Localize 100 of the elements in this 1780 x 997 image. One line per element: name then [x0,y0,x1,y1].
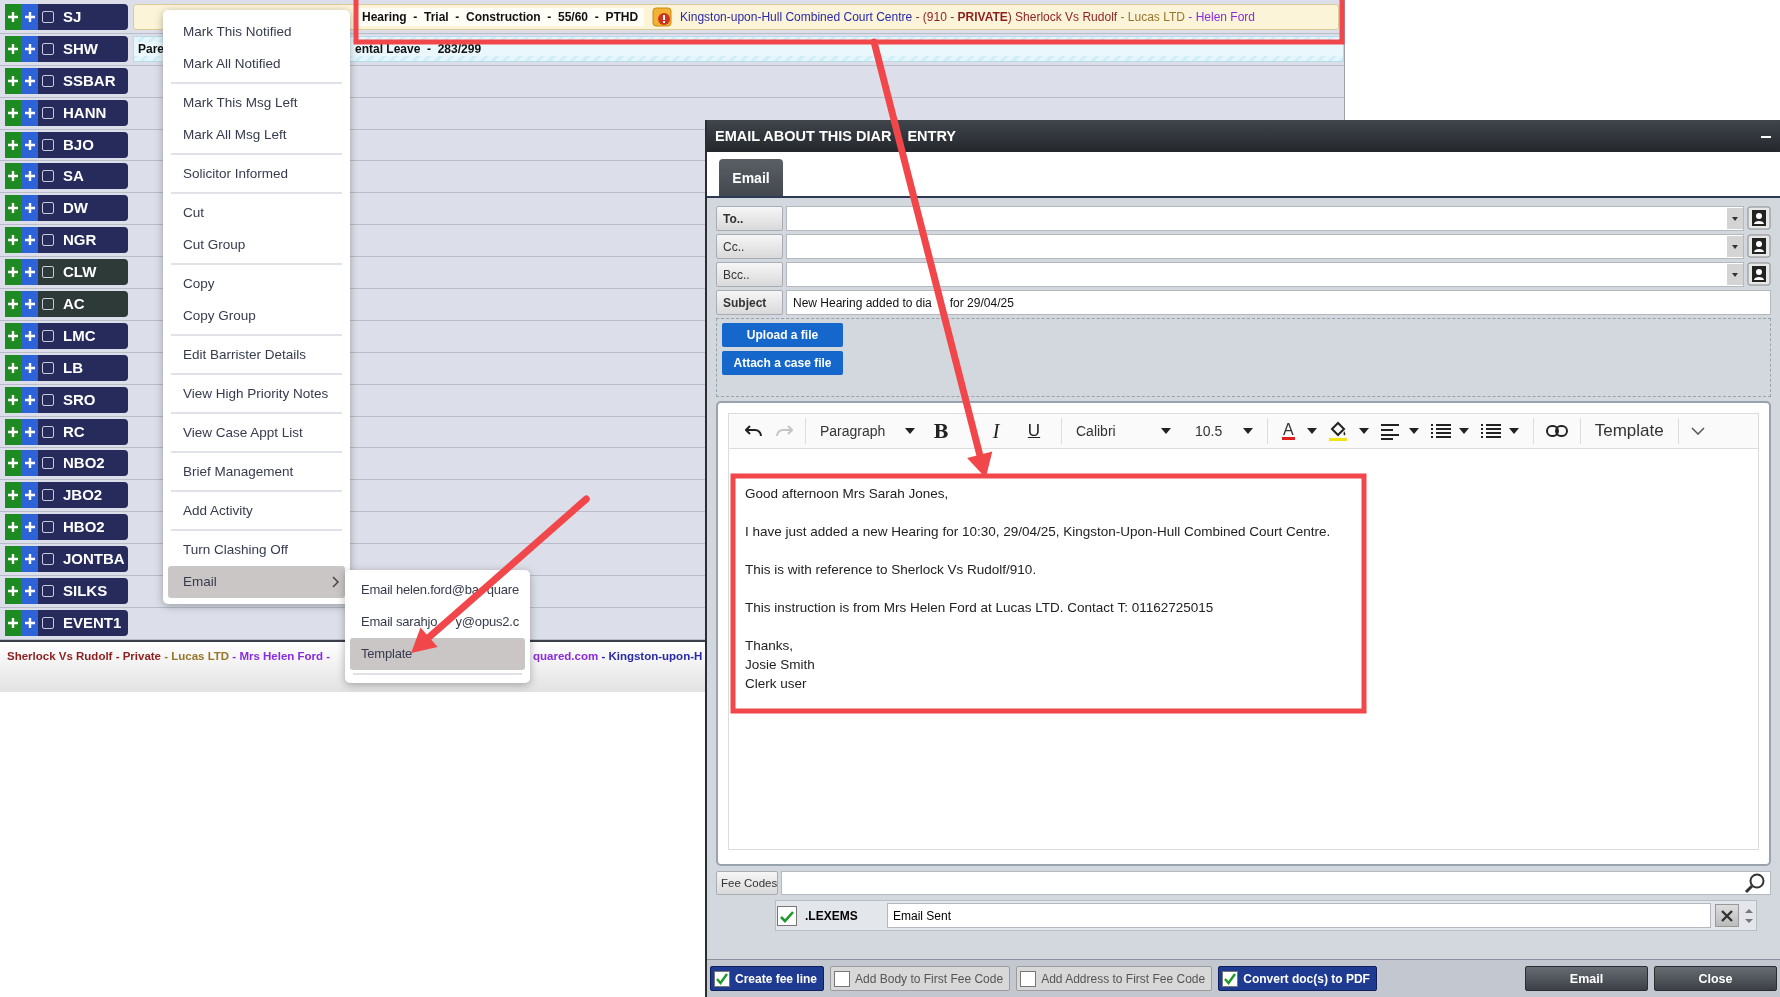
add-button[interactable] [21,578,38,605]
menu-item[interactable]: View High Priority Notes [168,378,345,410]
menu-item[interactable]: Email sarahjo y@opus2.c [350,606,525,638]
toolbar-dropdown[interactable]: 10.5 [1189,417,1259,445]
dropdown-icon[interactable] [1727,236,1743,257]
menu-item[interactable]: Mark All Msg Left [168,119,345,151]
barrister-code[interactable]: NGR [57,227,128,254]
dialog-button[interactable]: Email [1525,966,1648,991]
undo-icon[interactable] [745,424,763,438]
barrister-code[interactable]: LB [57,354,128,381]
menu-item[interactable]: Cut Group [168,229,345,261]
address-button[interactable]: Cc.. [716,234,783,259]
menu-item[interactable]: Copy [168,268,345,300]
chevron-down-icon[interactable] [1690,427,1705,435]
add-button[interactable] [5,386,21,413]
add-button[interactable] [21,4,38,30]
add-button[interactable] [5,354,21,381]
add-button[interactable] [5,482,21,509]
add-button[interactable] [5,4,21,30]
checkbox[interactable] [38,450,57,477]
dropdown-icon[interactable] [1727,264,1743,285]
add-button[interactable] [5,322,21,349]
option-toggle[interactable]: Add Body to First Fee Code [830,966,1011,991]
attach-button[interactable]: Upload a file [722,323,843,347]
text-color-button[interactable]: A [1276,417,1323,445]
checkbox[interactable] [38,291,57,317]
fee-description-field[interactable]: Email Sent [887,903,1711,928]
barrister-code[interactable]: NBO2 [57,450,128,477]
link-icon[interactable] [1545,425,1568,437]
address-field[interactable] [786,234,1744,259]
remove-button[interactable] [1715,904,1739,927]
attach-button[interactable]: Attach a case file [722,351,843,375]
add-button[interactable] [21,450,38,477]
add-button[interactable] [21,67,38,94]
menu-item[interactable]: Mark This Msg Left [168,87,345,119]
add-button[interactable] [21,322,38,349]
menu-item[interactable]: Edit Barrister Details [168,339,345,371]
add-button[interactable] [5,546,21,573]
add-button[interactable] [21,482,38,509]
add-button[interactable] [21,35,38,62]
search-icon[interactable] [1744,872,1766,894]
address-button[interactable]: To.. [716,206,783,231]
add-button[interactable] [5,450,21,477]
menu-item[interactable]: Copy Group [168,300,345,332]
add-button[interactable] [21,195,38,222]
barrister-code[interactable]: SRO [57,386,128,413]
barrister-code[interactable]: JBO2 [57,482,128,509]
checkbox[interactable] [38,609,57,636]
barrister-code[interactable]: SHW [57,35,128,62]
checkbox[interactable] [38,227,57,254]
address-field[interactable] [786,262,1744,287]
add-button[interactable] [21,546,38,573]
checkbox[interactable] [777,905,797,926]
checkbox[interactable] [38,418,57,445]
add-button[interactable] [21,259,38,286]
checkbox[interactable] [38,578,57,605]
add-button[interactable] [21,418,38,445]
checkbox[interactable] [38,386,57,413]
option-toggle[interactable]: Add Address to First Fee Code [1016,966,1213,991]
checkbox[interactable] [38,67,57,94]
add-button[interactable] [5,259,21,286]
menu-item[interactable]: View Case Appt List [168,417,345,449]
toolbar-dropdown[interactable]: Paragraph [814,417,921,445]
checkbox[interactable] [38,4,57,30]
add-button[interactable] [5,609,21,636]
barrister-code[interactable]: SSBAR [57,67,128,94]
barrister-code[interactable]: LMC [57,322,128,349]
italic-button[interactable]: I [984,417,1008,445]
add-button[interactable] [5,163,21,190]
dropdown-icon[interactable] [1727,208,1743,229]
add-button[interactable] [21,227,38,254]
add-button[interactable] [5,227,21,254]
menu-item[interactable]: Solicitor Informed [168,158,345,190]
template-button[interactable]: Template [1588,417,1670,445]
add-button[interactable] [5,514,21,541]
checkbox[interactable] [38,354,57,381]
add-button[interactable] [21,131,38,158]
add-button[interactable] [21,163,38,190]
barrister-code[interactable]: CLW [57,259,128,286]
checkbox[interactable] [38,163,57,190]
fee-codes-button[interactable]: Fee Codes [716,871,778,895]
menu-item[interactable]: Add Activity [168,495,345,527]
checkbox[interactable] [38,322,57,349]
subject-field[interactable]: New Hearing added to dia for 29/04/25 [786,290,1771,315]
checkbox[interactable] [38,546,57,573]
add-button[interactable] [5,578,21,605]
add-button[interactable] [21,514,38,541]
menu-item[interactable]: Brief Management [168,456,345,488]
barrister-code[interactable]: SA [57,163,128,190]
contact-book-icon[interactable] [1747,262,1771,286]
menu-item[interactable]: Template [350,638,525,670]
add-button[interactable] [21,99,38,126]
barrister-code[interactable]: JONTBA [57,546,128,573]
underline-button[interactable]: U [1022,417,1046,445]
option-toggle[interactable]: Convert doc(s) to PDF [1218,966,1377,991]
barrister-code[interactable]: EVENT1 [57,609,128,636]
tab[interactable]: Email [719,159,783,196]
add-button[interactable] [21,354,38,381]
barrister-code[interactable]: HANN [57,99,128,126]
add-button[interactable] [21,291,38,317]
